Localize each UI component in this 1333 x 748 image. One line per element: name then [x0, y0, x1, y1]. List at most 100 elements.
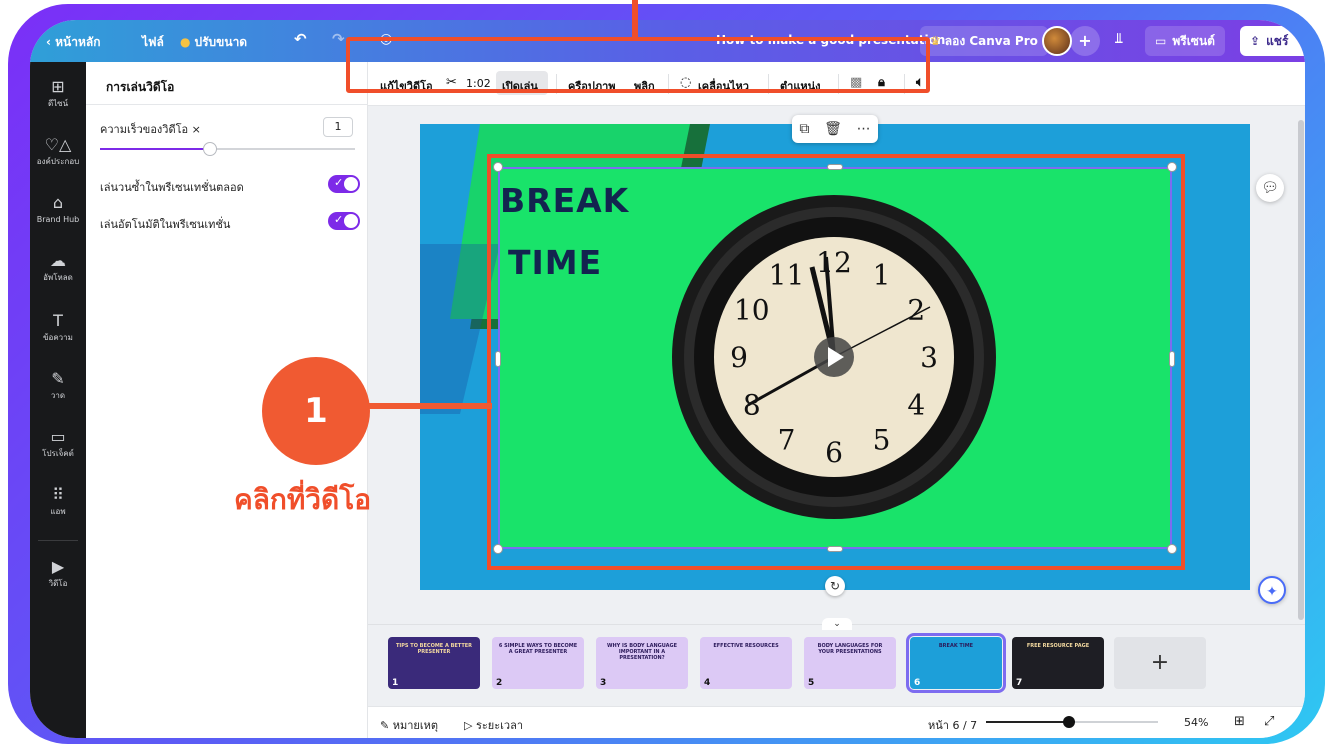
upload-icon: ☁	[50, 251, 66, 270]
resize-label: ปรับขนาด	[194, 35, 248, 49]
step-instruction: คลิกที่วิดีโอ	[234, 483, 372, 516]
avatar[interactable]	[1042, 26, 1072, 56]
zoom-slider[interactable]	[986, 716, 1158, 728]
grid-view-icon[interactable]: ⊞	[1234, 714, 1245, 729]
speed-slider-knob[interactable]	[202, 142, 217, 156]
rail-divider	[38, 540, 78, 541]
crown-icon: ♛	[930, 34, 941, 48]
share-label: แชร์	[1266, 33, 1289, 48]
rail-label: อัพโหลด	[43, 273, 73, 282]
loop-label: เล่นวนซ้ำในพรีเซนเทชั่นตลอด	[100, 181, 244, 194]
vertical-scrollbar[interactable]	[1298, 120, 1304, 620]
fullscreen-icon[interactable]: ⤢	[1264, 714, 1274, 729]
zoom-level[interactable]: 54%	[1184, 716, 1208, 729]
page-thumbnail[interactable]: FREE RESOURCE PAGE 7	[1012, 637, 1104, 689]
thumbnail-number: 5	[808, 678, 815, 688]
thumbnail-title: EFFECTIVE RESOURCES	[713, 643, 779, 649]
present-button[interactable]: ▭ พรีเซนต์	[1145, 26, 1225, 56]
try-pro-button[interactable]: ♛ ลอง Canva Pro	[920, 26, 1048, 56]
magic-sparkle-icon[interactable]: ✦	[1258, 576, 1286, 604]
rail-item-draw[interactable]: ✎ วาด	[30, 370, 86, 401]
thumbnail-number: 2	[496, 678, 503, 688]
page-thumbnail[interactable]: BODY LANGUAGES FOR YOUR PRESENTATIONS 5	[804, 637, 896, 689]
element-mini-toolbar: ⧉ 🗑︎ ⋯	[792, 115, 878, 143]
timing-label: ระยะเวลา	[475, 719, 523, 732]
notes-label: หมายเหตุ	[392, 719, 438, 732]
page-thumbnail[interactable]: WHY IS BODY LANGUAGE IMPORTANT IN A PRES…	[596, 637, 688, 689]
check-icon: ✓	[334, 176, 344, 189]
zoom-slider-knob[interactable]	[1062, 716, 1075, 728]
thumbnail-title: WHY IS BODY LANGUAGE IMPORTANT IN A PRES…	[606, 643, 678, 661]
thumbnail-title: FREE RESOURCE PAGE	[1026, 643, 1090, 649]
thumbnail-title: BREAK TIME	[938, 643, 974, 649]
notes-button[interactable]: ✎ หมายเหตุ	[380, 716, 438, 734]
check-icon: ✓	[334, 213, 344, 226]
left-rail: ⊞ ดีไซน์ ♡△ องค์ประกอบ ⌂ Brand Hub ☁ อัพโหลด…	[30, 62, 86, 738]
analytics-icon[interactable]: ⫫	[1115, 31, 1123, 47]
app-screen: ‹ หน้าหลัก ไฟล์ ● ปรับขนาด ↶ ↷ ◎ How to m…	[30, 20, 1305, 738]
rail-item-apps[interactable]: ⠿ แอพ	[30, 486, 86, 517]
thumbnail-number: 7	[1016, 678, 1023, 688]
undo-icon[interactable]: ↶	[294, 30, 307, 48]
elements-icon: ♡△	[44, 135, 72, 154]
loop-toggle[interactable]: ✓	[328, 175, 360, 193]
add-page-button[interactable]: +	[1114, 637, 1206, 689]
add-collaborator-button[interactable]: +	[1070, 26, 1100, 56]
rail-label: ดีไซน์	[47, 99, 69, 108]
thumbnail-number: 3	[600, 678, 607, 688]
autoplay-label: เล่นอัตโนมัติในพรีเซนเทชั่น	[100, 218, 231, 231]
speed-slider-fill	[100, 148, 210, 150]
text-icon: T	[53, 311, 63, 330]
rotate-icon[interactable]: ↻	[825, 576, 845, 596]
brand-icon: ⌂	[52, 193, 64, 212]
page-thumbnail[interactable]: EFFECTIVE RESOURCES 4	[700, 637, 792, 689]
thumbnail-title: TIPS TO BECOME A BETTER PRESENTER	[396, 643, 472, 655]
callout-connector	[368, 403, 492, 409]
rail-item-video[interactable]: ▶ วิดีโอ	[30, 558, 86, 589]
autoplay-toggle[interactable]: ✓	[328, 212, 360, 230]
thumbnail-number: 6	[914, 678, 921, 688]
page-thumbnail[interactable]: TIPS TO BECOME A BETTER PRESENTER 1	[388, 637, 480, 689]
page-thumbnail[interactable]: BREAK TIME 6	[906, 633, 1006, 693]
notes-icon: ✎	[380, 719, 393, 732]
delete-icon[interactable]: 🗑︎	[824, 121, 842, 137]
filmstrip-collapse-icon[interactable]: ⌄	[822, 618, 852, 630]
apps-icon: ⠿	[52, 485, 64, 504]
resize-button[interactable]: ● ปรับขนาด	[180, 33, 247, 52]
thumbnail-number: 1	[392, 678, 399, 688]
file-menu[interactable]: ไฟล์	[142, 33, 164, 52]
rail-item-design[interactable]: ⊞ ดีไซน์	[30, 78, 86, 109]
timing-button[interactable]: ▷ ระยะเวลา	[464, 716, 523, 734]
timer-icon: ▷	[464, 719, 476, 732]
panel-title: การเล่นวิดีโอ	[106, 80, 175, 94]
speed-slider[interactable]	[100, 142, 355, 156]
toggle-knob	[344, 214, 358, 228]
rail-item-brand-hub[interactable]: ⌂ Brand Hub	[30, 194, 86, 225]
draw-icon: ✎	[51, 369, 65, 388]
present-icon: ▭	[1155, 34, 1167, 48]
share-button[interactable]: ⇪ แชร์	[1240, 26, 1305, 56]
rail-label: วิดีโอ	[48, 579, 68, 588]
rail-item-text[interactable]: T ข้อความ	[30, 312, 86, 343]
try-pro-label: ลอง Canva Pro	[944, 33, 1038, 48]
folder-icon: ▭	[50, 427, 66, 446]
back-home-button[interactable]: ‹ หน้าหลัก	[46, 33, 101, 52]
rail-item-elements[interactable]: ♡△ องค์ประกอบ	[30, 136, 86, 167]
rail-item-projects[interactable]: ▭ โปรเจ็คต์	[30, 428, 86, 459]
add-comment-icon[interactable]: 💬︎	[1256, 174, 1284, 202]
rail-item-upload[interactable]: ☁ อัพโหลด	[30, 252, 86, 283]
duplicate-icon[interactable]: ⧉	[799, 121, 809, 137]
redo-icon[interactable]: ↷	[332, 30, 345, 48]
home-label: หน้าหลัก	[55, 35, 101, 49]
speed-input[interactable]: 1	[323, 117, 353, 137]
toggle-knob	[344, 177, 358, 191]
step-number-badge: 1	[262, 357, 370, 465]
page-indicator[interactable]: หน้า 6 / 7	[928, 716, 977, 734]
video-icon: ▶	[51, 557, 65, 576]
upload-share-icon: ⇪	[1250, 34, 1261, 48]
thumbnail-title: 6 SIMPLE WAYS TO BECOME A GREAT PRESENTE…	[498, 643, 578, 655]
panel-divider	[86, 104, 368, 105]
rail-label: ข้อความ	[43, 333, 73, 342]
page-thumbnail[interactable]: 6 SIMPLE WAYS TO BECOME A GREAT PRESENTE…	[492, 637, 584, 689]
more-icon[interactable]: ⋯	[857, 121, 871, 137]
